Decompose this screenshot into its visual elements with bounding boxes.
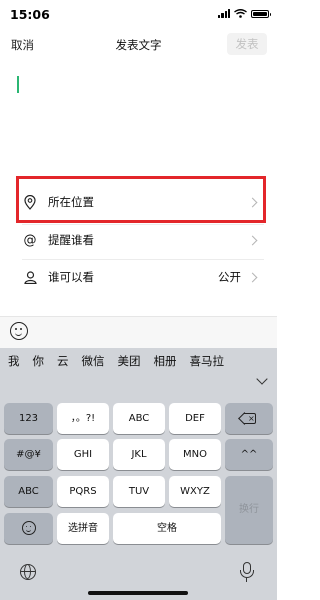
candidate-bar: 我 你 云 微信 美团 相册 喜马拉 — [0, 348, 277, 374]
option-visibility-value: 公开 — [218, 270, 241, 284]
at-icon: @ — [23, 232, 37, 248]
home-indicator — [88, 591, 188, 595]
option-visibility-label: 谁可以看 — [48, 270, 94, 284]
key-tuv[interactable]: TUV — [113, 476, 165, 507]
option-remind[interactable]: @ 提醒谁看 — [22, 225, 262, 255]
candidate-word[interactable]: 云 — [57, 353, 69, 369]
candidate-word[interactable]: 你 — [33, 353, 45, 369]
key-punctuation[interactable]: ，。?! — [57, 403, 109, 434]
key-jkl[interactable]: JKL — [113, 439, 165, 470]
battery-icon — [251, 9, 271, 18]
emoji-icon — [21, 521, 36, 535]
divider — [22, 259, 264, 260]
emoji-bar — [0, 316, 277, 349]
chevron-right-icon — [247, 272, 258, 282]
delete-key[interactable]: × — [225, 403, 273, 434]
backspace-icon: × — [238, 412, 257, 425]
key-wxyz[interactable]: WXYZ — [169, 476, 221, 507]
chevron-right-icon — [247, 235, 258, 245]
status-icons — [218, 9, 271, 18]
option-remind-label: 提醒谁看 — [48, 233, 94, 247]
key-def[interactable]: DEF — [169, 403, 221, 434]
key-symbols[interactable]: #@¥ — [4, 439, 53, 470]
candidate-word[interactable]: 我 — [8, 353, 20, 369]
candidate-word[interactable]: 美团 — [118, 353, 141, 369]
emoji-icon[interactable] — [10, 322, 28, 340]
highlight-box — [16, 176, 266, 223]
text-input-area[interactable] — [0, 62, 277, 162]
key-abc[interactable]: ABC — [113, 403, 165, 434]
wifi-icon — [234, 9, 247, 18]
globe-icon[interactable] — [20, 564, 36, 580]
key-123[interactable]: 123 — [4, 403, 53, 434]
text-cursor — [17, 76, 19, 93]
user-icon — [22, 269, 38, 285]
space-key[interactable]: 空格 — [113, 513, 221, 544]
status-time: 15:06 — [10, 7, 50, 22]
key-english[interactable]: ABC — [4, 476, 53, 507]
candidate-word[interactable]: 微信 — [82, 353, 105, 369]
option-visibility[interactable]: 谁可以看 公开 — [22, 262, 262, 292]
candidate-word[interactable]: 喜马拉 — [190, 353, 225, 369]
key-select-pinyin[interactable]: 选拼音 — [57, 513, 109, 544]
key-emoticon[interactable]: ^^ — [225, 439, 273, 470]
return-key[interactable]: 换行 — [225, 476, 273, 544]
signal-icon — [218, 9, 230, 18]
emoji-keyboard-key[interactable] — [4, 513, 53, 544]
microphone-icon-stem — [246, 578, 248, 582]
key-pqrs[interactable]: PQRS — [57, 476, 109, 507]
key-mno[interactable]: MNO — [169, 439, 221, 470]
keyboard — [0, 348, 277, 600]
publish-button[interactable]: 发表 — [227, 33, 267, 55]
candidate-word[interactable]: 相册 — [154, 353, 177, 369]
key-ghi[interactable]: GHI — [57, 439, 109, 470]
